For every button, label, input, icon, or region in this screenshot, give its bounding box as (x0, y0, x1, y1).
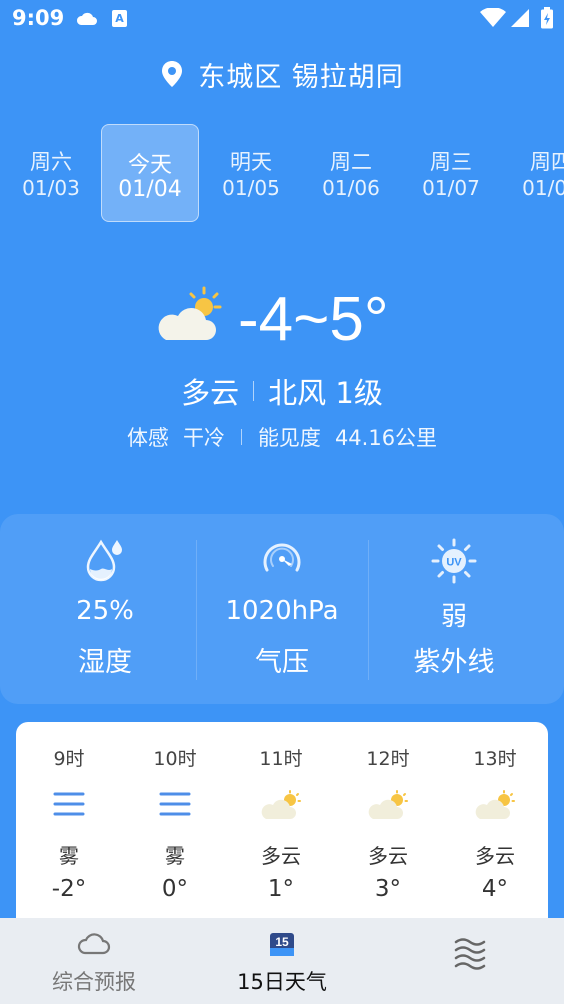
partly-cloudy-icon (475, 790, 515, 819)
hour-time: 13时 (473, 748, 517, 770)
humidity-value: 25% (76, 596, 134, 626)
divider (240, 429, 242, 445)
battery-icon (541, 7, 553, 29)
humidity-label: 湿度 (78, 647, 132, 678)
hour-temp: 1° (267, 876, 295, 902)
humidity-stat: 25% 湿度 (12, 514, 198, 704)
partly-cloudy-icon (261, 790, 301, 819)
location-pin-icon (162, 61, 183, 87)
uv-stat: UV 弱 紫外线 (368, 514, 540, 704)
hourly-item: 9时 雾 -2° (16, 722, 122, 922)
pressure-gauge-icon (263, 543, 301, 572)
visibility-value: 44.16公里 (334, 426, 438, 450)
hourly-item: 12时 多云 3° (335, 722, 441, 922)
tab-label: 综合预报 (52, 970, 136, 994)
pressure-value: 1020hPa (225, 596, 339, 626)
hourly-item: 13时 多云 4° (442, 722, 548, 922)
feel-label: 体感 (126, 426, 169, 450)
bottom-tab-bar: 综合预报 15 15日天气 (0, 918, 564, 1004)
day-selector: 周六 01/03 今天 01/04 明天 01/05 周二 01/06 周三 0… (0, 124, 564, 222)
feel-visibility-row: 体感 干冷 能见度 44.16公里 (0, 422, 564, 452)
wind-info: 北风 1级 (268, 376, 383, 410)
day-name: 周六 (30, 150, 72, 174)
fog-icon (159, 792, 191, 816)
pressure-label: 气压 (255, 647, 309, 678)
tab-comprehensive-forecast[interactable]: 综合预报 (0, 918, 188, 1004)
location-selector[interactable]: 东城区 锡拉胡同 (0, 56, 564, 93)
day-tab-wed[interactable]: 周三 01/07 (402, 124, 500, 222)
divider (253, 381, 255, 401)
uv-sun-icon: UV (431, 538, 477, 584)
hour-temp: 0° (161, 876, 189, 902)
hour-temp: 4° (481, 876, 509, 902)
day-name: 明天 (230, 150, 272, 174)
day-tab-tomorrow[interactable]: 明天 01/05 (202, 124, 300, 222)
hour-temp: 3° (374, 876, 402, 902)
hourly-item: 11时 多云 1° (228, 722, 334, 922)
humidity-drop-icon (86, 539, 122, 582)
hour-weather: 雾 (165, 844, 185, 868)
partly-cloudy-icon (368, 790, 408, 819)
day-tab-tue[interactable]: 周二 01/06 (302, 124, 400, 222)
partly-cloudy-icon (158, 286, 222, 340)
stats-card: 25% 湿度 1020hPa 气压 UV 弱 紫外线 (0, 514, 564, 704)
pressure-stat: 1020hPa 气压 (196, 514, 368, 704)
waves-icon (454, 938, 486, 970)
calendar-icon-text: 15 (275, 935, 289, 949)
tab-waves[interactable] (376, 918, 564, 1004)
hour-time: 9时 (53, 748, 85, 770)
hourly-item: 10时 雾 0° (122, 722, 228, 922)
cloud-icon (76, 12, 97, 25)
a-notification-icon: A (112, 10, 127, 27)
status-bar: 9:09 A (0, 0, 564, 38)
hour-time: 11时 (259, 748, 303, 770)
weather-description-row: 多云 北风 1级 (0, 370, 564, 412)
hourly-forecast: 9时 雾 -2° 10时 雾 0° 11时 多云 1° 12时 多云 3° 13… (16, 722, 548, 922)
day-tab-sat[interactable]: 周六 01/03 (2, 124, 100, 222)
hour-time: 10时 (153, 748, 197, 770)
tab-15-day-weather[interactable]: 15 15日天气 (188, 918, 376, 1004)
current-weather: -4~5° (0, 282, 564, 362)
day-date: 01/06 (322, 176, 380, 200)
hour-time: 12时 (366, 748, 410, 770)
visibility-label: 能见度 (257, 426, 321, 450)
uv-icon-text: UV (446, 557, 462, 569)
day-tab-today[interactable]: 今天 01/04 (101, 124, 199, 222)
signal-icon (511, 9, 529, 27)
uv-label: 紫外线 (413, 647, 495, 678)
day-name: 今天 (127, 153, 172, 178)
hour-temp: -2° (51, 876, 87, 902)
wifi-icon (480, 8, 506, 27)
status-time: 9:09 (12, 6, 65, 30)
hour-weather: 多云 (261, 844, 301, 868)
hour-weather: 多云 (368, 844, 408, 868)
feel-value: 干冷 (182, 426, 225, 450)
hour-weather: 雾 (59, 844, 79, 868)
weather-condition: 多云 (181, 376, 240, 410)
day-date: 01/04 (118, 177, 182, 202)
day-date: 01/08 (522, 176, 564, 200)
day-date: 01/07 (422, 176, 480, 200)
location-name: 东城区 锡拉胡同 (198, 61, 404, 93)
tab-label: 15日天气 (237, 970, 327, 994)
day-name: 周二 (330, 150, 372, 174)
day-tab-thu[interactable]: 周四 01/08 (502, 124, 564, 222)
cloud-outline-icon (77, 933, 111, 955)
day-name: 周四 (530, 150, 564, 174)
uv-value: 弱 (440, 602, 467, 632)
fog-icon (53, 792, 85, 816)
day-date: 01/03 (22, 176, 80, 200)
temperature-range: -4~5° (238, 285, 389, 354)
day-name: 周三 (430, 150, 472, 174)
calendar-15-icon: 15 (270, 933, 294, 956)
hour-weather: 多云 (475, 844, 515, 868)
day-date: 01/05 (222, 176, 280, 200)
